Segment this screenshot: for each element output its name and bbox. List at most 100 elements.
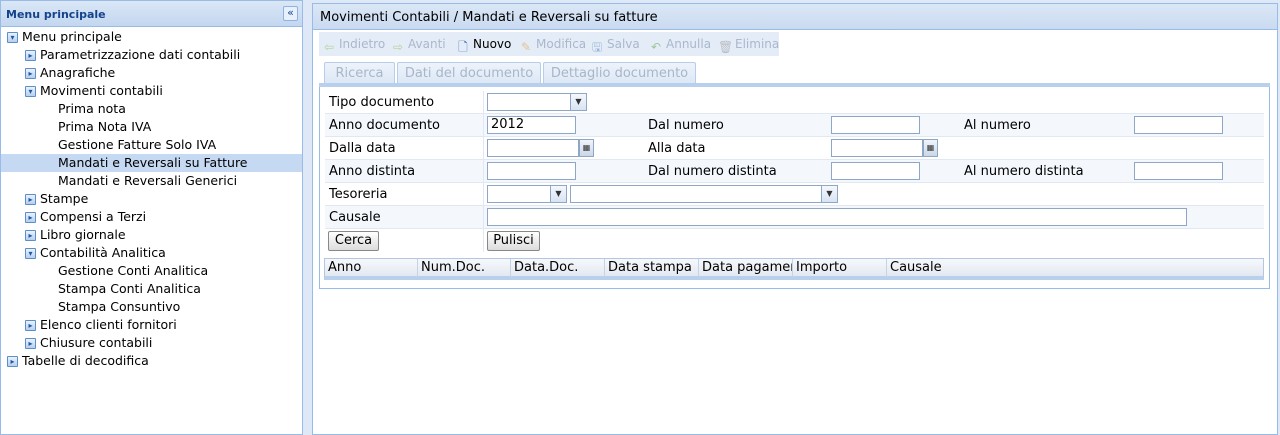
chevron-down-icon[interactable]: ▼ — [550, 186, 566, 202]
pulisci-button[interactable]: Pulisci — [487, 231, 540, 251]
tab-ricerca[interactable]: Ricerca — [324, 62, 395, 83]
toolbar-button-salva[interactable]: 🖫 Salva — [590, 35, 640, 54]
alla-data-input[interactable] — [831, 139, 923, 157]
collapse-icon[interactable]: ▾ — [25, 86, 36, 97]
tab-dati-documento[interactable]: Dati del documento — [397, 62, 541, 83]
tree-item[interactable]: ▸ Parametrizzazione dati contabili — [1, 46, 302, 64]
tree-item[interactable]: Prima Nota IVA — [1, 118, 302, 136]
tree-item[interactable]: ▸ Libro giornale — [1, 226, 302, 244]
grid-column-header[interactable]: Data pagamen — [699, 259, 793, 277]
collapse-panel-button[interactable]: « — [283, 6, 298, 21]
form-row-tesoreria: Tesoreria ▼ ▼ — [325, 183, 1264, 206]
toolbar-button-annulla[interactable]: ↶ Annulla — [649, 35, 711, 54]
tree-item-label: Gestione Fatture Solo IVA — [58, 137, 217, 152]
calendar-icon[interactable]: ▦ — [579, 139, 594, 157]
expand-icon[interactable]: ▸ — [25, 212, 36, 223]
tree-item[interactable]: ▾ Movimenti contabili — [1, 82, 302, 100]
toolbar-button-nuovo[interactable]: 🗋 Nuovo — [456, 35, 512, 54]
al-numero-label: Al numero — [964, 118, 1031, 133]
grid-column-header[interactable]: Data stampa — [605, 259, 699, 277]
expand-icon[interactable]: ▸ — [25, 194, 36, 205]
tab-bar: Ricerca Dati del documento Dettaglio doc… — [319, 60, 1270, 87]
tree-item[interactable]: Prima nota — [1, 100, 302, 118]
anno-distinta-input[interactable] — [487, 162, 576, 180]
grid-column-header[interactable]: Causale — [887, 259, 1263, 277]
tree-item[interactable]: ▾ Menu principale — [1, 28, 302, 46]
tree-item[interactable]: Stampa Conti Analitica — [1, 280, 302, 298]
expand-icon[interactable]: ▸ — [25, 50, 36, 61]
tesoreria-name-select[interactable]: ▼ — [570, 185, 838, 203]
form-row-date: Dalla data ▦ Alla data ▦ — [325, 137, 1264, 160]
dalla-data-input[interactable] — [487, 139, 579, 157]
calendar-icon[interactable]: ▦ — [923, 139, 938, 157]
expand-icon[interactable]: ▸ — [25, 68, 36, 79]
tree-item-label: Menu principale — [22, 29, 122, 44]
tipo-documento-select[interactable]: ▼ — [487, 93, 587, 111]
dal-numero-input[interactable] — [831, 116, 920, 134]
tree-item[interactable]: ▾ Contabilità Analitica — [1, 244, 302, 262]
toolbar-button-modifica[interactable]: ✎ Modifica — [519, 35, 587, 54]
al-numero-distinta-input[interactable] — [1134, 162, 1223, 180]
toolbar-button-label: Nuovo — [473, 37, 512, 51]
tab-dettaglio-documento[interactable]: Dettaglio documento — [543, 62, 696, 83]
toolbar-button-label: Modifica — [536, 37, 587, 51]
form-row-buttons: Cerca Pulisci — [325, 229, 1264, 252]
tree-item-label: Tabelle di decodifica — [22, 353, 149, 368]
grid-column-header[interactable]: Data.Doc. — [511, 259, 605, 277]
tree-item-label: Elenco clienti fornitori — [40, 317, 177, 332]
tree-item-label: Chiusure contabili — [40, 335, 153, 350]
tree-item-label: Prima nota — [58, 101, 126, 116]
main-menu-title: Menu principale — [6, 8, 106, 21]
al-numero-distinta-label: Al numero distinta — [964, 164, 1084, 179]
tree-item[interactable]: Gestione Fatture Solo IVA — [1, 136, 302, 154]
collapse-icon[interactable]: ▾ — [25, 248, 36, 259]
toolbar: ⇦ Indietro ⇨ Avanti 🗋 Nuovo ✎ Modifica 🖫 Salva ↶ An… — [319, 32, 779, 56]
toolbar-button-label: Indietro — [339, 37, 386, 51]
tree-item[interactable]: ▸ Tabelle di decodifica — [1, 352, 302, 370]
anno-documento-input[interactable]: 2012 — [487, 116, 576, 134]
tree-item[interactable]: Mandati e Reversali su Fatture — [1, 154, 302, 172]
tree-item[interactable]: ▸ Anagrafiche — [1, 64, 302, 82]
expand-icon[interactable]: ▸ — [25, 320, 36, 331]
main-menu-header: Menu principale « — [1, 1, 302, 27]
arrow-right-icon: ⇨ — [392, 40, 404, 54]
grid-column-header[interactable]: Importo — [793, 259, 887, 277]
tesoreria-code-select[interactable]: ▼ — [487, 185, 567, 203]
dal-numero-distinta-label: Dal numero distinta — [648, 164, 777, 179]
tipo-documento-label: Tipo documento — [329, 95, 435, 110]
toolbar-button-label: Avanti — [408, 37, 446, 51]
tree-item[interactable]: Stampa Consuntivo — [1, 298, 302, 316]
toolbar-button-elimina[interactable]: 🗑 Elimina — [718, 35, 779, 54]
tree-item-label: Stampa Consuntivo — [58, 299, 181, 314]
expand-icon[interactable]: ▸ — [25, 230, 36, 241]
tree-item-label: Parametrizzazione dati contabili — [40, 47, 241, 62]
save-icon: 🖫 — [591, 40, 603, 54]
form-row-anno-documento: Anno documento 2012 Dal numero Al numero — [325, 114, 1264, 137]
tree-item[interactable]: ▸ Compensi a Terzi — [1, 208, 302, 226]
toolbar-button-indietro[interactable]: ⇦ Indietro — [322, 35, 386, 54]
grid-column-header[interactable]: Anno — [325, 259, 418, 277]
causale-input[interactable] — [487, 208, 1187, 226]
undo-icon: ↶ — [650, 40, 662, 54]
chevron-down-icon[interactable]: ▼ — [821, 186, 837, 202]
chevron-down-icon[interactable]: ▼ — [570, 94, 586, 110]
tree-item[interactable]: ▸ Elenco clienti fornitori — [1, 316, 302, 334]
dalla-data-label: Dalla data — [329, 141, 396, 156]
toolbar-button-avanti[interactable]: ⇨ Avanti — [391, 35, 446, 54]
tree-item[interactable]: Mandati e Reversali Generici — [1, 172, 302, 190]
dal-numero-distinta-input[interactable] — [831, 162, 920, 180]
collapse-icon[interactable]: ▾ — [7, 32, 18, 43]
tree-item[interactable]: ▸ Stampe — [1, 190, 302, 208]
tree-item-label: Stampe — [40, 191, 89, 206]
al-numero-input[interactable] — [1134, 116, 1223, 134]
tree-item-label: Anagrafiche — [40, 65, 116, 80]
tree-item[interactable]: ▸ Chiusure contabili — [1, 334, 302, 352]
cerca-button[interactable]: Cerca — [328, 231, 379, 251]
arrow-left-icon: ⇦ — [323, 40, 335, 54]
grid-column-header[interactable]: Num.Doc. — [418, 259, 511, 277]
tree-item[interactable]: Gestione Conti Analitica — [1, 262, 302, 280]
expand-icon[interactable]: ▸ — [7, 356, 18, 367]
expand-icon[interactable]: ▸ — [25, 338, 36, 349]
tree-item-label: Contabilità Analitica — [40, 245, 166, 260]
edit-icon: ✎ — [520, 40, 532, 54]
